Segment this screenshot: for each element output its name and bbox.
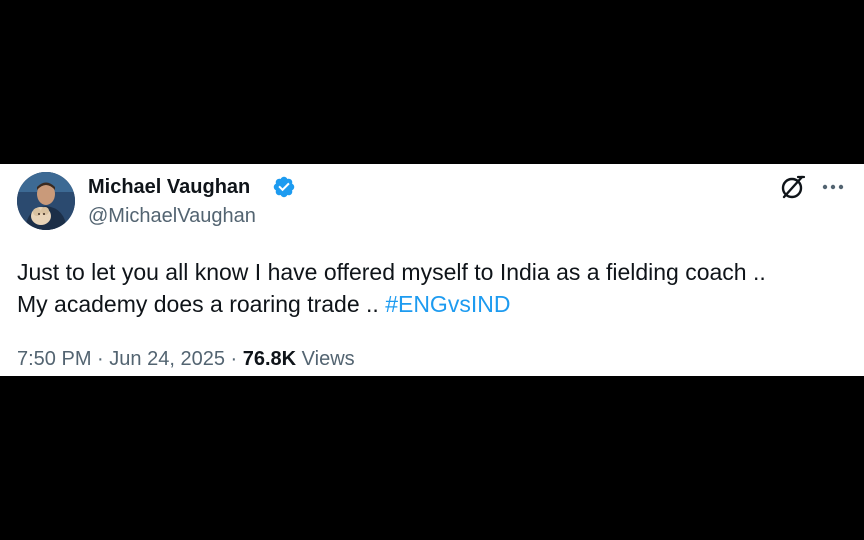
tweet-text: Just to let you all know I have offered …: [17, 256, 857, 320]
author-display-name[interactable]: Michael Vaughan: [88, 175, 250, 199]
screenshot-frame: Michael Vaughan @MichaelVaughan Just to …: [0, 0, 864, 540]
meta-separator: ·: [97, 348, 104, 370]
hashtag-link[interactable]: #ENGvsIND: [385, 291, 510, 317]
views-label: Views: [301, 348, 355, 370]
author-handle[interactable]: @MichaelVaughan: [88, 204, 256, 228]
tweet-text-line-1: Just to let you all know I have offered …: [17, 259, 766, 285]
avatar[interactable]: [17, 172, 75, 230]
tweet-card: Michael Vaughan @MichaelVaughan Just to …: [0, 164, 864, 376]
more-options-button[interactable]: [818, 172, 848, 202]
tweet-date[interactable]: Jun 24, 2025: [109, 348, 225, 370]
tweet-text-line-2-prefix: My academy does a roaring trade ..: [17, 291, 386, 317]
tweet-time[interactable]: 7:50 PM: [17, 348, 91, 370]
more-options-icon: [822, 184, 844, 190]
tweet-meta: 7:50 PM · Jun 24, 2025 · 76.8K Views: [17, 347, 355, 371]
verified-badge-icon: [273, 176, 295, 198]
views-count: 76.8K: [242, 348, 297, 370]
avatar-image: [17, 172, 75, 230]
grok-icon: [781, 175, 806, 199]
meta-separator-2: ·: [230, 348, 238, 370]
tweet-text-line-2: My academy does a roaring trade .. #ENGv…: [17, 288, 857, 320]
grok-button[interactable]: [778, 172, 808, 202]
